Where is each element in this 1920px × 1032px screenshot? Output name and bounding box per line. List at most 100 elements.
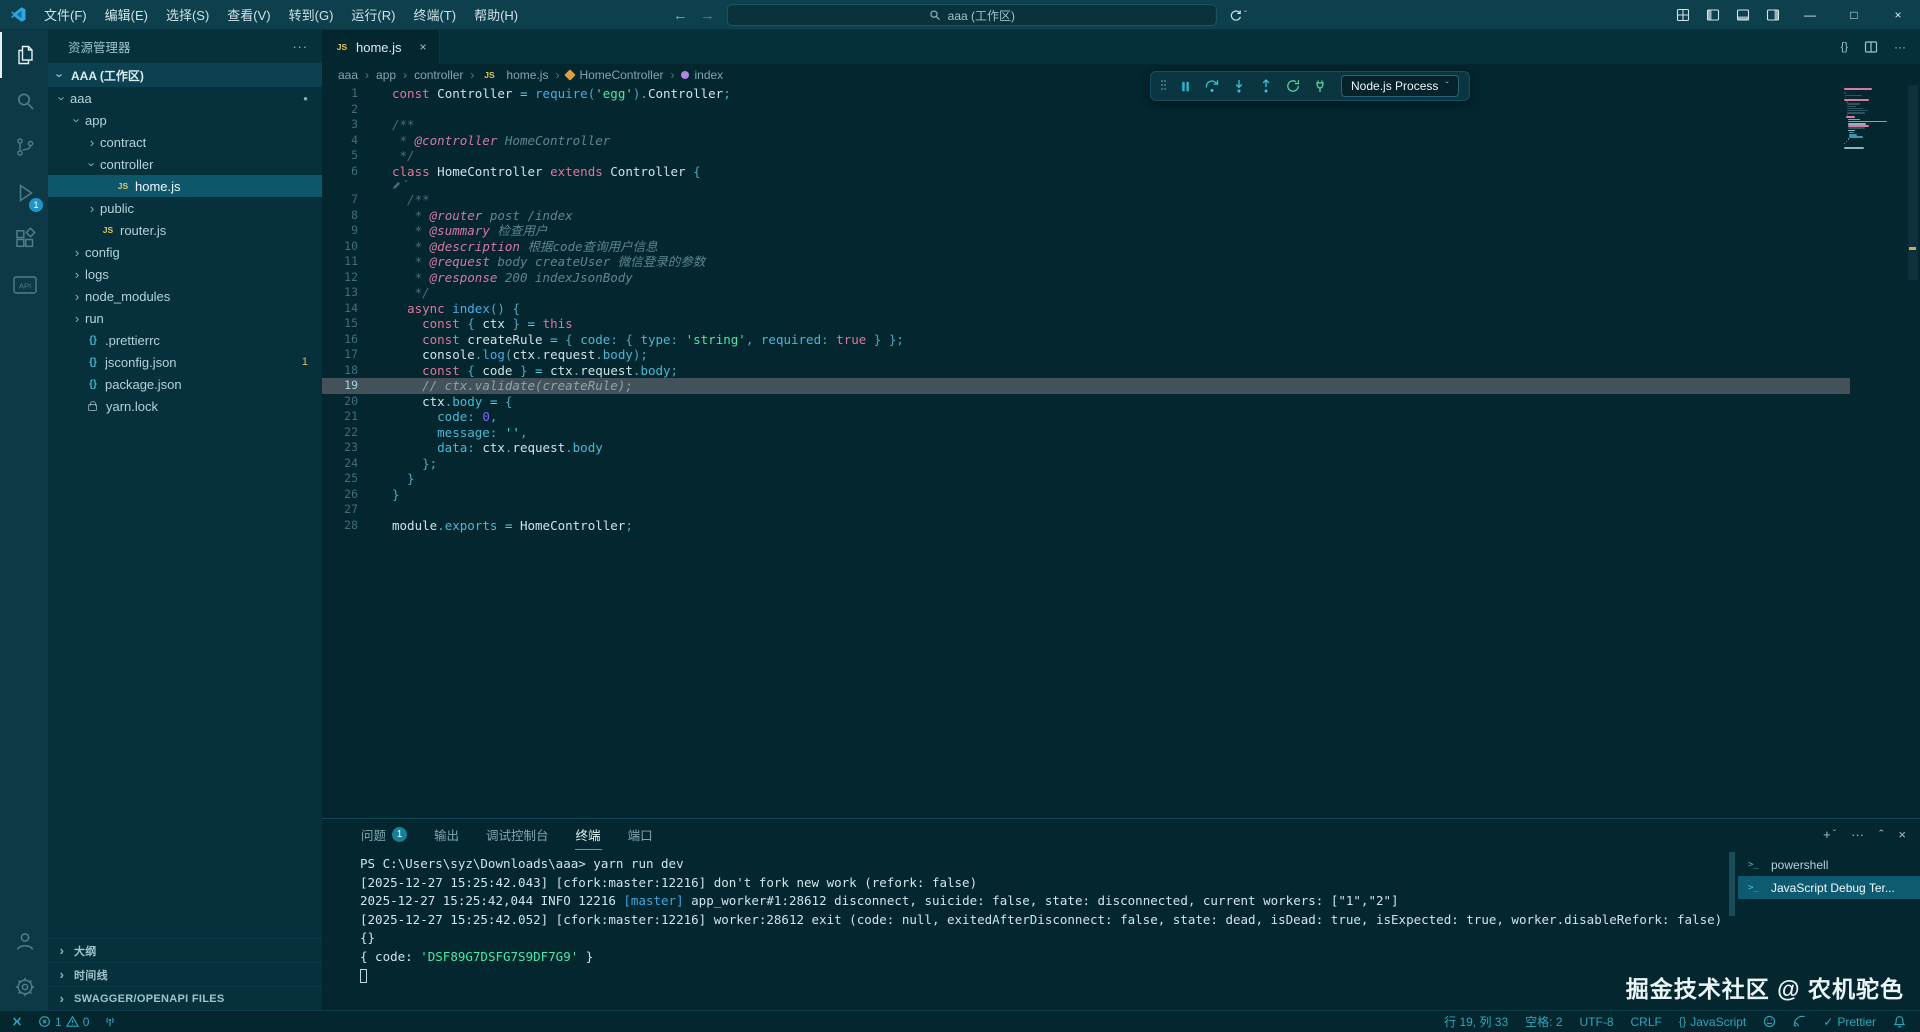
eol-selector[interactable]: CRLF — [1631, 1015, 1662, 1029]
menu-item[interactable]: 转到(G) — [280, 0, 343, 30]
settings-button[interactable] — [0, 964, 48, 1010]
tree-file-package.json[interactable]: {}package.json — [48, 373, 322, 395]
breadcrumb-aaa[interactable]: aaa — [338, 68, 358, 82]
code-line-7[interactable]: 7 /** — [322, 192, 1850, 208]
close-tab-icon[interactable]: × — [420, 40, 427, 54]
activity-explorer[interactable] — [0, 32, 48, 78]
breadcrumb-index[interactable]: index — [681, 68, 723, 82]
toggle-secondary-sidebar-icon[interactable] — [1758, 0, 1788, 30]
code-line-6[interactable]: 6class HomeController extends Controller… — [322, 164, 1850, 180]
feedback-smiley-icon[interactable] — [1763, 1015, 1776, 1028]
breadcrumb-HomeController[interactable]: HomeController — [566, 68, 663, 82]
menu-item[interactable]: 查看(V) — [218, 0, 279, 30]
close-button[interactable]: × — [1876, 0, 1920, 30]
breadcrumb-home.js[interactable]: JShome.js — [481, 68, 548, 82]
remote-indicator[interactable] — [10, 1015, 24, 1028]
activity-run-debug[interactable]: 1 — [0, 170, 48, 216]
step-into-button[interactable] — [1231, 78, 1247, 94]
sidebar-section-时间线[interactable]: ›时间线 — [48, 962, 322, 986]
panel-tab-调试控制台[interactable]: 调试控制台 — [485, 819, 550, 850]
more-actions-icon[interactable]: ··· — [293, 40, 309, 54]
toggle-sidebar-icon[interactable] — [1698, 0, 1728, 30]
notifications-bell-icon[interactable] — [1893, 1015, 1906, 1028]
tree-file-router.js[interactable]: JSrouter.js — [48, 219, 322, 241]
drag-handle[interactable] — [1161, 80, 1167, 92]
workspace-section-header[interactable]: › AAA (工作区) — [48, 63, 322, 87]
problems-status[interactable]: 1 0 — [38, 1015, 89, 1029]
menu-item[interactable]: 编辑(E) — [96, 0, 157, 30]
more-actions-icon[interactable]: ··· — [1894, 40, 1906, 54]
tree-folder-logs[interactable]: ›logs — [48, 263, 322, 285]
tree-folder-controller[interactable]: ›controller — [48, 153, 322, 175]
pause-button[interactable] — [1178, 79, 1193, 94]
terminal-list-item[interactable]: >_JavaScript Debug Ter... — [1738, 876, 1920, 899]
code-line-20[interactable]: 20 ctx.body = { — [322, 394, 1850, 410]
editor-scrollbar[interactable] — [1906, 85, 1920, 818]
code-line-11[interactable]: 11 * @request body createUser 微信登录的参数 — [322, 254, 1850, 270]
menu-item[interactable]: 运行(R) — [342, 0, 404, 30]
refresh-icon[interactable]: ˇ — [1229, 9, 1247, 22]
tab-home-js[interactable]: JS home.js × — [322, 30, 440, 64]
disconnect-button[interactable] — [1312, 78, 1328, 94]
tree-file-jsconfig.json[interactable]: {}jsconfig.json1 — [48, 351, 322, 373]
code-line-24[interactable]: 24 }; — [322, 456, 1850, 472]
step-out-button[interactable] — [1258, 78, 1274, 94]
code-line-21[interactable]: 21 code: 0, — [322, 409, 1850, 425]
back-button[interactable]: ← — [673, 7, 688, 24]
tree-folder-aaa[interactable]: ›aaa● — [48, 87, 322, 109]
sidebar-section-SWAGGER/OPENAPI FILES[interactable]: ›SWAGGER/OPENAPI FILES — [48, 986, 322, 1010]
broadcast-icon[interactable] — [103, 1015, 117, 1028]
menu-item[interactable]: 帮助(H) — [465, 0, 527, 30]
toggle-panel-icon[interactable] — [1728, 0, 1758, 30]
minimize-button[interactable]: — — [1788, 0, 1832, 30]
code-line-1[interactable]: 1const Controller = require('egg').Contr… — [322, 86, 1850, 102]
tree-file-home.js[interactable]: JShome.js — [48, 175, 322, 197]
tree-folder-contract[interactable]: ›contract — [48, 131, 322, 153]
code-line-16[interactable]: 16 const createRule = { code: { type: 's… — [322, 332, 1850, 348]
minimap[interactable] — [1844, 88, 1902, 149]
activity-search[interactable] — [0, 78, 48, 124]
account-button[interactable] — [0, 918, 48, 964]
code-area[interactable]: 1const Controller = require('egg').Contr… — [322, 86, 1850, 533]
code-line-5[interactable]: 5 */ — [322, 148, 1850, 164]
code-line-4[interactable]: 4 * @controller HomeController — [322, 133, 1850, 149]
activity-source-control[interactable] — [0, 124, 48, 170]
tree-file-yarn.lock[interactable]: yarn.lock — [48, 395, 322, 417]
panel-tab-终端[interactable]: 终端 — [575, 819, 602, 850]
maximize-button[interactable]: □ — [1832, 0, 1876, 30]
code-lens-row[interactable]: ˇ — [322, 179, 1850, 192]
activity-openapi[interactable]: API — [0, 262, 48, 308]
activity-extensions[interactable] — [0, 216, 48, 262]
formatter-status[interactable]: ✓ Prettier — [1823, 1015, 1876, 1029]
code-line-19[interactable]: 19 // ctx.validate(createRule); — [322, 378, 1850, 394]
tree-file-.prettierrc[interactable]: {}.prettierrc — [48, 329, 322, 351]
menu-item[interactable]: 选择(S) — [157, 0, 218, 30]
code-line-14[interactable]: 14 async index() { — [322, 301, 1850, 317]
forward-button[interactable]: → — [700, 7, 715, 24]
terminal-list-item[interactable]: >_powershell — [1738, 853, 1920, 876]
debug-session-dropdown[interactable]: Node.js Process ˇ — [1341, 75, 1459, 97]
menu-item[interactable]: 终端(T) — [404, 0, 465, 30]
restart-button[interactable] — [1285, 78, 1301, 94]
maximize-panel-icon[interactable]: ˆ — [1879, 827, 1883, 842]
menu-item[interactable]: 文件(F) — [35, 0, 96, 30]
inline-hint-icon[interactable]: ˇ — [392, 179, 409, 192]
breadcrumb-app[interactable]: app — [376, 68, 396, 82]
tree-folder-config[interactable]: ›config — [48, 241, 322, 263]
close-panel-icon[interactable]: × — [1898, 827, 1906, 842]
sidebar-section-大纲[interactable]: ›大纲 — [48, 938, 322, 962]
command-center-search[interactable]: aaa (工作区) — [727, 4, 1217, 26]
panel-tab-输出[interactable]: 输出 — [433, 819, 460, 850]
encoding[interactable]: UTF-8 — [1580, 1015, 1614, 1029]
tree-folder-public[interactable]: ›public — [48, 197, 322, 219]
panel-tab-问题[interactable]: 问题1 — [360, 819, 408, 850]
code-line-9[interactable]: 9 * @summary 检查用户 — [322, 223, 1850, 239]
breadcrumb-controller[interactable]: controller — [414, 68, 463, 82]
code-line-25[interactable]: 25 } — [322, 471, 1850, 487]
indentation[interactable]: 空格: 2 — [1525, 1013, 1562, 1030]
code-line-18[interactable]: 18 const { code } = ctx.request.body; — [322, 363, 1850, 379]
cursor-position[interactable]: 行 19, 列 33 — [1444, 1013, 1508, 1030]
tree-folder-app[interactable]: ›app — [48, 109, 322, 131]
step-over-button[interactable] — [1204, 78, 1220, 94]
code-line-23[interactable]: 23 data: ctx.request.body — [322, 440, 1850, 456]
